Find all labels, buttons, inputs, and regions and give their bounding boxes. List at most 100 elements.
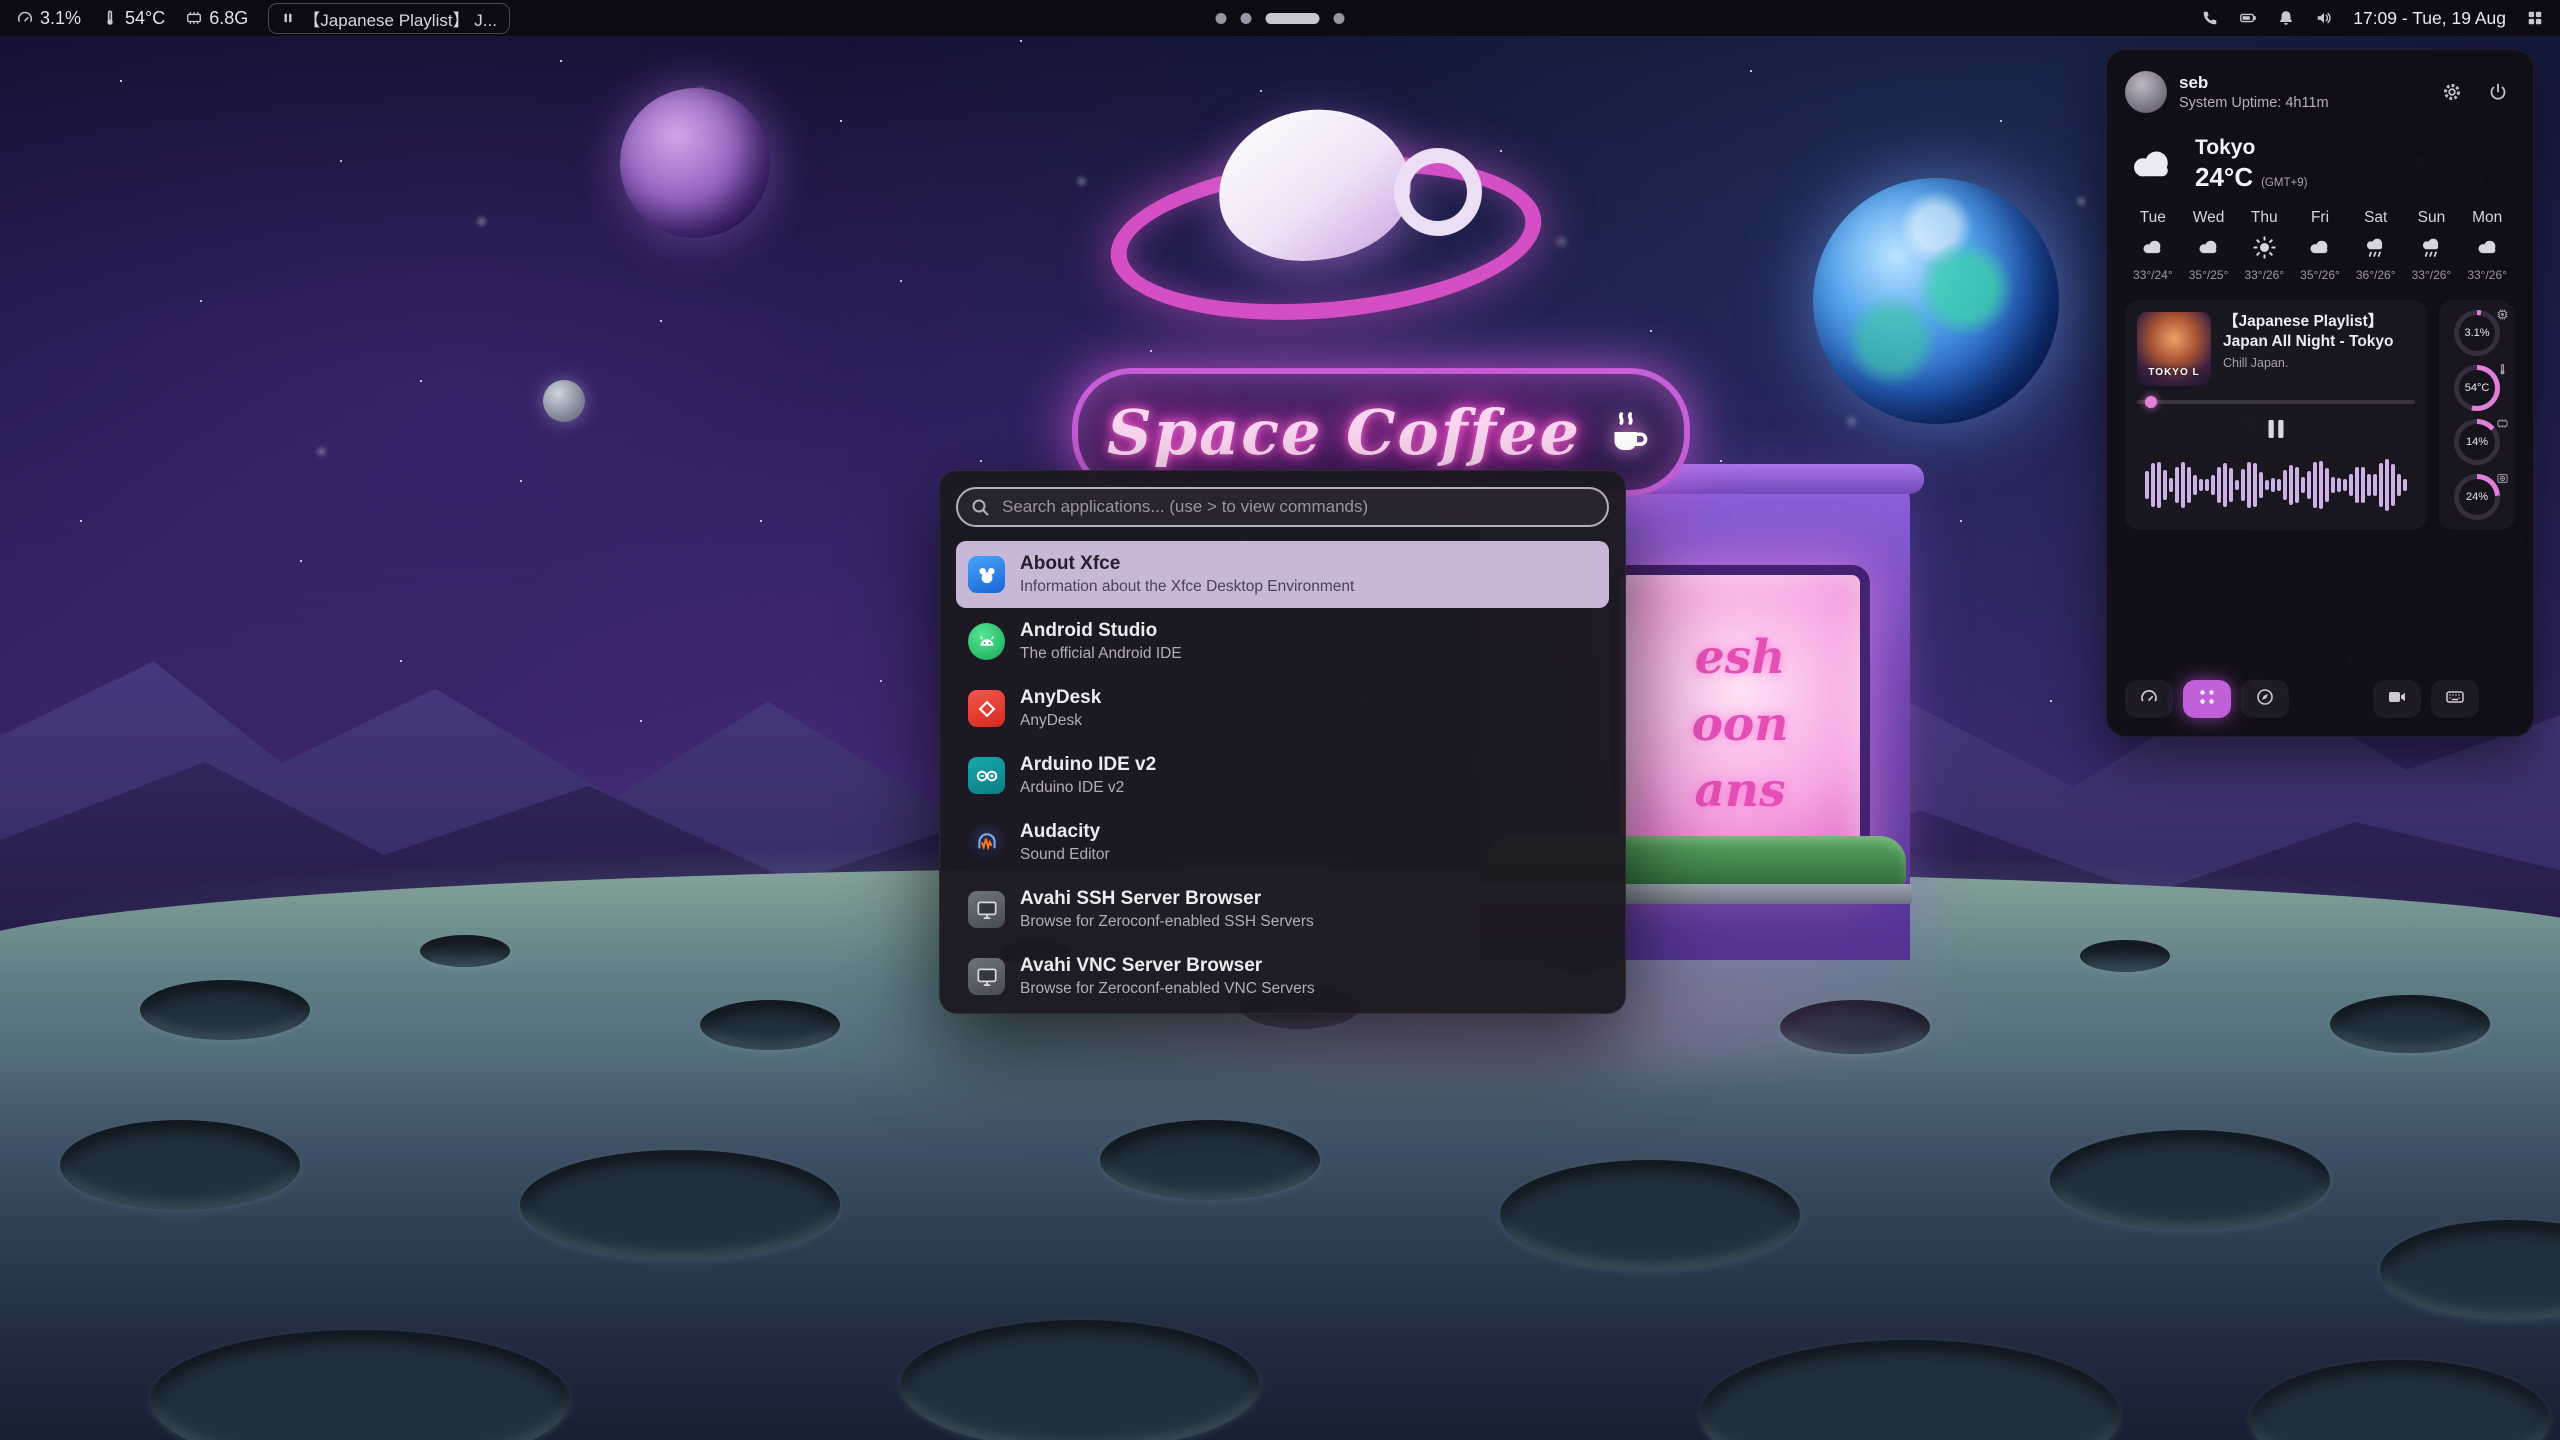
forecast-day: Thu 33°/26° <box>2236 209 2292 282</box>
forecast-day-label: Mon <box>2472 209 2502 227</box>
app-list-item[interactable]: Android Studio The official Android IDE <box>956 608 1609 675</box>
workspace-dot[interactable] <box>1216 13 1227 24</box>
crater <box>1100 1120 1320 1200</box>
notifications-icon[interactable] <box>2277 9 2295 27</box>
weather-widget: Tokyo 24°C (GMT+9) <box>2125 136 2515 193</box>
forecast-weather-icon <box>2474 234 2501 261</box>
cpu-icon <box>16 9 34 27</box>
track-subtitle: Chill Japan. <box>2223 356 2415 370</box>
app-list-item[interactable]: Avahi VNC Server Browser Browse for Zero… <box>956 943 1609 1010</box>
gauge-icon <box>2496 308 2509 321</box>
workspace-indicator[interactable] <box>1216 0 1345 36</box>
user-card: seb System Uptime: 4h11m <box>2125 68 2515 116</box>
dashboard-button[interactable] <box>2125 680 2173 718</box>
forecast-temps: 33°/26° <box>2467 268 2507 282</box>
crater <box>420 935 510 967</box>
app-icon <box>968 757 1005 794</box>
pause-button[interactable] <box>2259 414 2293 444</box>
forecast-day: Wed 35°/25° <box>2181 209 2237 282</box>
apps-icon <box>2197 687 2217 712</box>
screen-record-button[interactable] <box>2373 680 2421 718</box>
workspace-dot[interactable] <box>1241 13 1252 24</box>
workspace-dot[interactable] <box>1334 13 1345 24</box>
memory-icon <box>185 9 203 27</box>
purple-planet <box>620 88 770 238</box>
cpu-indicator[interactable]: 3.1% <box>16 8 81 29</box>
forecast-day: Sun 33°/26° <box>2404 209 2460 282</box>
crater <box>140 980 310 1040</box>
neon-sign-text: Space Coffee <box>1107 396 1581 469</box>
gauge-value: 54°C <box>2465 382 2490 394</box>
crater <box>2330 995 2490 1053</box>
seek-slider[interactable] <box>2137 400 2415 404</box>
forecast-weather-icon <box>2362 234 2389 261</box>
explore-button[interactable] <box>2241 680 2289 718</box>
crater <box>2080 940 2170 972</box>
system-uptime: System Uptime: 4h11m <box>2179 95 2423 111</box>
apps-button[interactable] <box>2183 680 2231 718</box>
app-list-item[interactable]: AnyDesk AnyDesk <box>956 675 1609 742</box>
search-bar[interactable] <box>956 487 1609 527</box>
thermometer-icon <box>101 9 119 27</box>
app-icon <box>968 891 1005 928</box>
window-text-line: oon <box>1692 696 1789 755</box>
compass-icon <box>2255 687 2275 712</box>
crater <box>700 1000 840 1050</box>
phone-icon[interactable] <box>2201 9 2219 27</box>
seek-handle[interactable] <box>2145 396 2157 408</box>
window-text-line: esh <box>1695 629 1786 688</box>
app-description: Browse for Zeroconf-enabled VNC Servers <box>1020 980 1315 997</box>
desktop: esh oon ans Space Coffee <box>0 0 2560 1440</box>
app-name: AnyDesk <box>1020 688 1101 709</box>
forecast-day-label: Tue <box>2140 209 2166 227</box>
forecast-temps: 35°/25° <box>2189 268 2229 282</box>
forecast-day-label: Wed <box>2193 209 2225 227</box>
forecast-day-label: Sun <box>2418 209 2446 227</box>
music-widget[interactable]: 【Japanese Playlist】 J... <box>268 3 510 34</box>
coffee-cup-icon <box>1601 405 1655 459</box>
power-button[interactable] <box>2481 75 2515 109</box>
gauge-icon <box>2496 472 2509 485</box>
cpu-gauge: 3.1% <box>2445 310 2509 356</box>
search-input[interactable] <box>956 487 1609 527</box>
memory-indicator[interactable]: 6.8G <box>185 8 248 29</box>
keyboard-button[interactable] <box>2431 680 2479 718</box>
forecast-day-label: Fri <box>2311 209 2329 227</box>
app-description: AnyDesk <box>1020 712 1101 729</box>
widget-panel: seb System Uptime: 4h11m Tokyo 24°C (GMT… <box>2106 49 2534 737</box>
app-name: Audacity <box>1020 822 1110 843</box>
app-list-item[interactable]: Arduino IDE v2 Arduino IDE v2 <box>956 742 1609 809</box>
track-title: 【Japanese Playlist】 Japan All Night - To… <box>2223 312 2415 352</box>
clock[interactable]: 17:09 - Tue, 19 Aug <box>2353 8 2506 29</box>
app-icon <box>968 824 1005 861</box>
battery-icon[interactable] <box>2239 9 2257 27</box>
app-icon <box>968 690 1005 727</box>
app-list-item[interactable]: About Xfce Information about the Xfce De… <box>956 541 1609 608</box>
weather-city: Tokyo <box>2195 136 2307 160</box>
app-list: About Xfce Information about the Xfce De… <box>956 541 1609 1010</box>
forecast-temps: 33°/26° <box>2244 268 2284 282</box>
app-description: Information about the Xfce Desktop Envir… <box>1020 578 1354 595</box>
app-list-item[interactable]: Avahi SSH Server Browser Browse for Zero… <box>956 876 1609 943</box>
app-icon <box>968 556 1005 593</box>
crater <box>2050 1130 2330 1230</box>
app-name: Avahi SSH Server Browser <box>1020 889 1314 910</box>
small-moon <box>543 380 585 422</box>
forecast-day-label: Sat <box>2364 209 2387 227</box>
crater <box>1500 1160 1800 1270</box>
crater <box>60 1120 300 1210</box>
volume-icon[interactable] <box>2315 9 2333 27</box>
forecast-weather-icon <box>2139 234 2166 261</box>
forecast-day: Mon 33°/26° <box>2459 209 2515 282</box>
app-description: Sound Editor <box>1020 846 1110 863</box>
gauge-icon <box>2496 363 2509 376</box>
temperature-indicator[interactable]: 54°C <box>101 8 165 29</box>
app-icon <box>968 623 1005 660</box>
settings-button[interactable] <box>2435 75 2469 109</box>
search-icon <box>970 497 990 517</box>
workspace-dot[interactable] <box>1266 13 1320 24</box>
apps-grid-icon[interactable] <box>2526 9 2544 27</box>
gauge-icon <box>2139 687 2159 712</box>
app-list-item[interactable]: Audacity Sound Editor <box>956 809 1609 876</box>
gauge-value: 3.1% <box>2464 327 2489 339</box>
